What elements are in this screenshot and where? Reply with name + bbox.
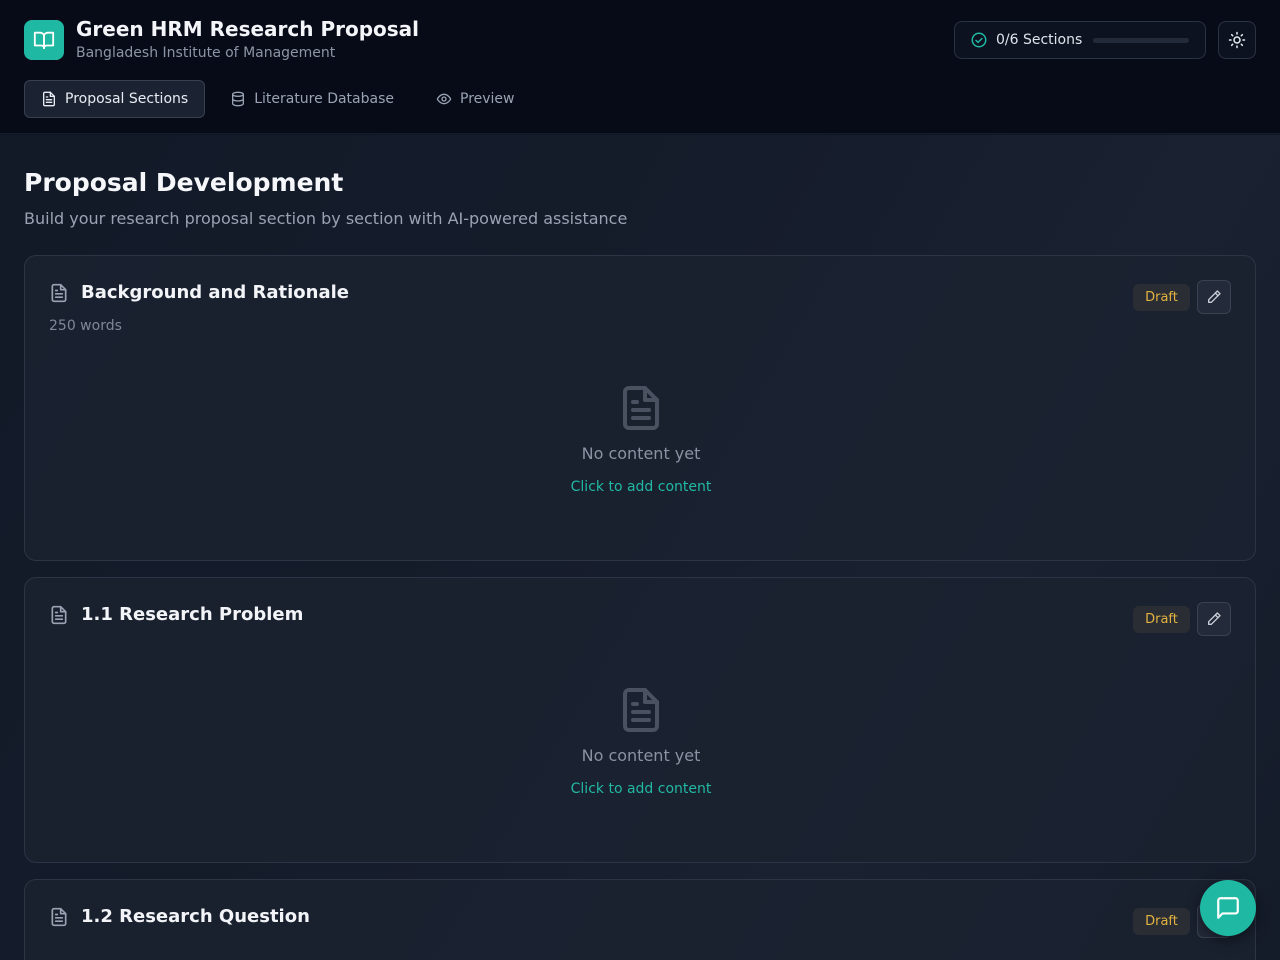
empty-text: No content yet [581, 444, 701, 463]
progress-label: 0/6 Sections [996, 32, 1083, 48]
document-icon [51, 907, 67, 927]
page-subtitle: Build your research proposal section by … [24, 209, 628, 228]
check-circle-icon [971, 32, 987, 48]
edit-button[interactable] [1197, 602, 1231, 636]
status-badge: Draft [1133, 284, 1190, 311]
app-subtitle: Bangladesh Institute of Management [76, 45, 336, 61]
main-tabs: Proposal Sections Literature Database Pr… [24, 80, 540, 118]
section-card-research-question: 1.2 Research Question Draft [24, 879, 1256, 960]
main-content: Proposal Development Build your research… [0, 135, 1280, 960]
document-icon [623, 688, 659, 732]
document-icon [51, 605, 67, 625]
empty-text: No content yet [581, 746, 701, 765]
sections-progress: 0/6 Sections [954, 21, 1206, 59]
document-icon [51, 283, 67, 303]
add-content-link[interactable]: Click to add content [25, 781, 1255, 797]
status-badge: Draft [1133, 908, 1190, 935]
page-title: Proposal Development [24, 168, 344, 197]
section-title: 1.1 Research Problem [81, 604, 304, 625]
tab-preview[interactable]: Preview [419, 80, 532, 118]
pencil-icon [1208, 290, 1221, 303]
add-content-link[interactable]: Click to add content [25, 479, 1255, 495]
sun-icon [1228, 31, 1246, 49]
section-title: Background and Rationale [81, 282, 350, 303]
tab-label: Literature Database [254, 91, 394, 107]
edit-button[interactable] [1197, 280, 1231, 314]
empty-state: No content yet Click to add content [25, 384, 1255, 495]
tab-literature-database[interactable]: Literature Database [213, 80, 411, 118]
chat-icon [1217, 897, 1239, 919]
chat-button[interactable] [1200, 880, 1256, 936]
progress-bar [1093, 38, 1189, 43]
status-badge: Draft [1133, 606, 1190, 633]
eye-icon [436, 93, 452, 105]
tab-label: Preview [460, 91, 515, 107]
top-bar: Green HRM Research Proposal Bangladesh I… [0, 0, 1280, 134]
section-title: 1.2 Research Question [81, 906, 310, 927]
document-icon [623, 386, 659, 430]
tab-proposal-sections[interactable]: Proposal Sections [24, 80, 206, 118]
section-card-background: Background and Rationale 250 words Draft… [24, 255, 1256, 561]
section-card-research-problem: 1.1 Research Problem Draft No content ye… [24, 577, 1256, 863]
pencil-icon [1208, 612, 1221, 625]
theme-toggle-button[interactable] [1218, 21, 1256, 59]
database-icon [232, 91, 245, 107]
book-icon [24, 20, 64, 60]
empty-state: No content yet Click to add content [25, 686, 1255, 797]
tab-label: Proposal Sections [65, 91, 189, 107]
app-title: Green HRM Research Proposal [76, 17, 420, 41]
document-icon [43, 91, 55, 107]
word-count: 250 words [49, 318, 122, 334]
